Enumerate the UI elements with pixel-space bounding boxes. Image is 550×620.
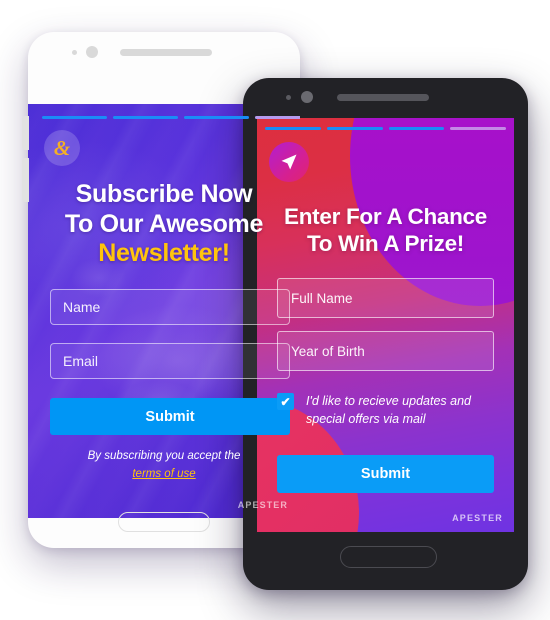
- white-phone-speaker: [120, 49, 212, 56]
- black-phone-screen: Enter For A Chance To Win A Prize! Full …: [257, 118, 514, 532]
- progress-segment-3[interactable]: [184, 116, 249, 119]
- headline-line-2: To Our Awesome: [64, 209, 264, 238]
- year-of-birth-input-placeholder: Year of Birth: [291, 343, 365, 359]
- marketing-optin-label: I'd like to recieve updates and special …: [306, 394, 471, 427]
- white-phone-volume-up-button[interactable]: [22, 116, 29, 150]
- white-phone-progress-bar[interactable]: [42, 116, 300, 119]
- terms-notice: By subscribing you accept the terms of u…: [28, 448, 300, 484]
- progress-segment-3[interactable]: [388, 127, 445, 130]
- email-input[interactable]: Email: [50, 343, 290, 379]
- navigation-arrow-icon: [269, 142, 309, 182]
- terms-notice-text: By subscribing you accept the: [87, 450, 241, 462]
- black-phone-camera: [301, 91, 313, 103]
- scene-stage: & Subscribe Now To Our Awesome Newslette…: [0, 0, 550, 620]
- full-name-input[interactable]: Full Name: [277, 278, 494, 318]
- full-name-input-placeholder: Full Name: [291, 290, 353, 306]
- black-phone-brand-watermark: APESTER: [452, 513, 503, 523]
- progress-segment-1[interactable]: [265, 127, 321, 130]
- white-phone-brand-watermark: APESTER: [237, 500, 288, 510]
- black-phone-submit-button[interactable]: Submit: [277, 455, 494, 493]
- progress-segment-2[interactable]: [113, 116, 178, 119]
- black-phone-sensor-dot: [286, 95, 291, 100]
- brand-logo-glyph: &: [53, 135, 71, 160]
- marketing-optin-checkbox[interactable]: ✔: [277, 393, 294, 410]
- white-phone-sensor-dot: [72, 50, 77, 55]
- year-of-birth-input[interactable]: Year of Birth: [277, 331, 494, 371]
- progress-segment-1[interactable]: [42, 116, 107, 119]
- white-phone-camera: [86, 46, 98, 58]
- progress-segment-4[interactable]: [255, 116, 300, 119]
- white-phone-home-button[interactable]: [118, 512, 210, 532]
- terms-of-use-link[interactable]: terms of use: [28, 466, 300, 484]
- black-phone-headline: Enter For A Chance To Win A Prize!: [257, 203, 514, 257]
- headline-line-1: Subscribe Now: [75, 180, 253, 208]
- email-input-placeholder: Email: [63, 353, 99, 369]
- marketing-optin-row[interactable]: ✔ I'd like to recieve updates and specia…: [277, 392, 499, 428]
- progress-segment-4[interactable]: [450, 127, 506, 130]
- headline-line-2: To Win A Prize!: [307, 231, 464, 256]
- black-phone-progress-bar[interactable]: [265, 127, 506, 130]
- black-phone-speaker: [337, 94, 429, 101]
- name-input-placeholder: Name: [63, 299, 101, 315]
- headline-line-1: Enter For A Chance: [284, 204, 487, 229]
- checkmark-icon: ✔: [280, 394, 291, 409]
- brand-logo-icon: &: [44, 130, 80, 166]
- progress-segment-2[interactable]: [326, 127, 383, 130]
- name-input[interactable]: Name: [50, 289, 290, 325]
- black-phone-home-button[interactable]: [340, 546, 437, 568]
- white-phone-submit-button[interactable]: Submit: [50, 398, 290, 435]
